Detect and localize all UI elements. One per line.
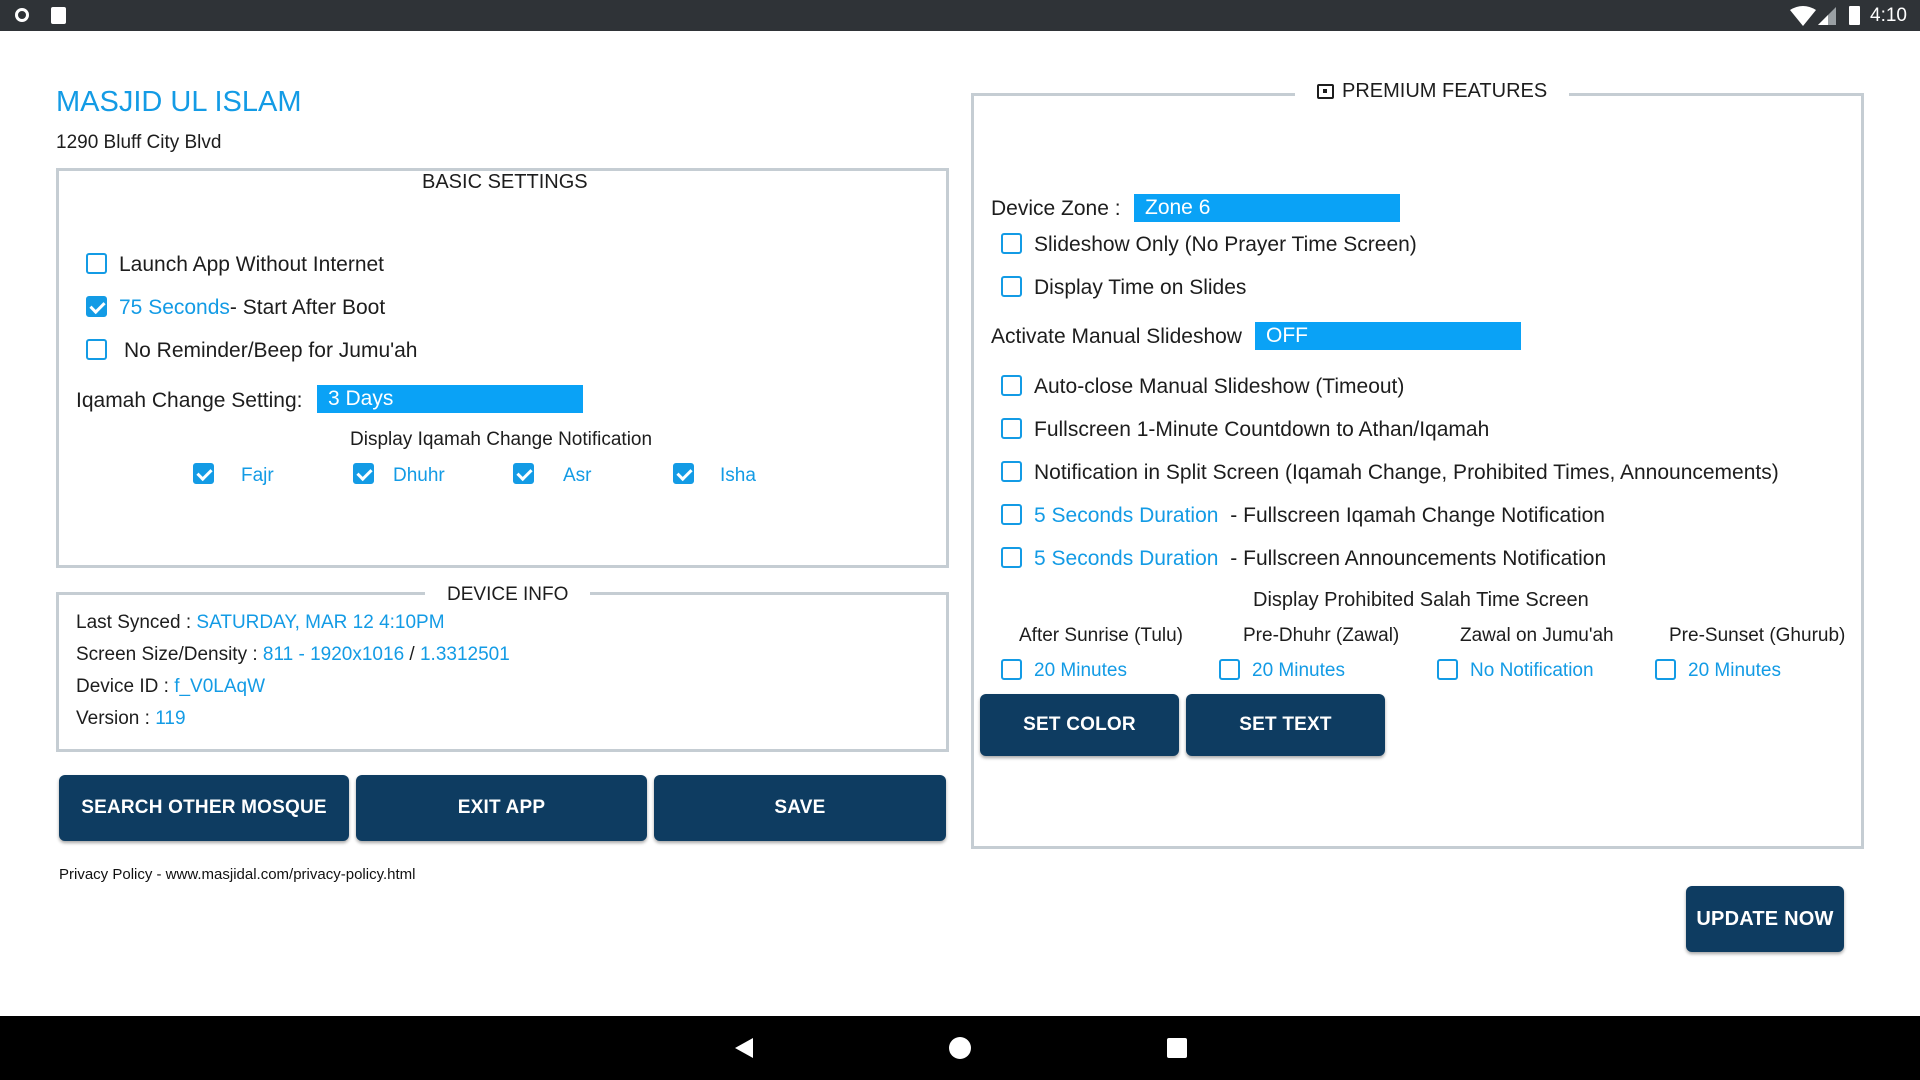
device-zone-label: Device Zone : <box>991 197 1121 220</box>
auto-close-checkbox[interactable] <box>1001 375 1022 396</box>
masjid-title: MASJID UL ISLAM <box>56 86 302 118</box>
start-after-boot-label: - Start After Boot <box>229 296 386 319</box>
premium-features-legend: PREMIUM FEATURES <box>1295 80 1570 103</box>
isha-checkbox[interactable] <box>673 463 694 484</box>
prohibited-label-sunrise: After Sunrise (Tulu) <box>1019 625 1184 646</box>
last-synced-label: Last Synced : <box>76 612 192 633</box>
prohibited-label-pre-sunset: Pre-Sunset (Ghurub) <box>1669 625 1846 646</box>
last-synced-value: SATURDAY, MAR 12 4:10PM <box>196 612 445 633</box>
battery-icon <box>1849 6 1860 25</box>
sunrise-value[interactable]: 20 Minutes <box>1034 660 1127 682</box>
prohibited-label-zawal-jumuah: Zawal on Jumu'ah <box>1460 625 1614 646</box>
auto-close-label: Auto-close Manual Slideshow (Timeout) <box>1034 375 1405 398</box>
recents-icon[interactable] <box>1167 1038 1187 1058</box>
start-after-boot-row: 75 Seconds- Start After Boot <box>119 296 385 320</box>
sunrise-checkbox[interactable] <box>1001 659 1022 680</box>
sd-card-icon <box>51 7 66 24</box>
manual-slideshow-select[interactable]: OFF <box>1255 322 1521 350</box>
fajr-checkbox[interactable] <box>193 463 214 484</box>
screen-size-value: 811 - 1920x1016 <box>262 644 405 665</box>
set-text-button[interactable]: SET TEXT <box>1186 694 1385 756</box>
back-icon[interactable] <box>733 1036 755 1060</box>
asr-checkbox[interactable] <box>513 463 534 484</box>
save-button[interactable]: SAVE <box>654 775 946 841</box>
pre-dhuhr-value[interactable]: 20 Minutes <box>1252 660 1345 682</box>
manual-slideshow-label: Activate Manual Slideshow <box>991 325 1242 348</box>
masjid-address: 1290 Bluff City Blvd <box>56 132 222 153</box>
wifi-icon <box>1790 6 1816 26</box>
asr-label: Asr <box>563 465 592 486</box>
dhuhr-checkbox[interactable] <box>353 463 374 484</box>
screen-size-label: Screen Size/Density : <box>76 644 258 665</box>
display-time-label: Display Time on Slides <box>1034 276 1247 299</box>
iqamah-duration-checkbox[interactable] <box>1001 504 1022 525</box>
iqamah-change-select[interactable]: 3 Days <box>317 385 583 413</box>
exit-app-button[interactable]: EXIT APP <box>356 775 647 841</box>
fullscreen-countdown-label: Fullscreen 1-Minute Countdown to Athan/I… <box>1034 418 1490 441</box>
premium-screen-icon <box>1317 84 1334 99</box>
announce-duration-checkbox[interactable] <box>1001 547 1022 568</box>
split-screen-label: Notification in Split Screen (Iqamah Cha… <box>1034 461 1779 484</box>
iqamah-notification-heading: Display Iqamah Change Notification <box>350 429 653 450</box>
device-info-legend: DEVICE INFO <box>425 584 591 606</box>
notification-circle-icon <box>15 8 29 22</box>
no-reminder-checkbox[interactable] <box>86 339 107 360</box>
set-color-button[interactable]: SET COLOR <box>980 694 1179 756</box>
version-value: 119 <box>155 708 186 729</box>
no-reminder-label: No Reminder/Beep for Jumu'ah <box>124 339 418 362</box>
signal-icon <box>1818 7 1836 25</box>
slideshow-only-checkbox[interactable] <box>1001 233 1022 254</box>
device-id-value: f_V0LAqW <box>174 676 266 697</box>
pre-dhuhr-checkbox[interactable] <box>1219 659 1240 680</box>
launch-without-internet-checkbox[interactable] <box>86 253 107 274</box>
search-other-mosque-button[interactable]: SEARCH OTHER MOSQUE <box>59 775 349 841</box>
start-after-boot-checkbox[interactable] <box>86 296 107 317</box>
fajr-label: Fajr <box>241 465 274 486</box>
zawal-jumuah-value[interactable]: No Notification <box>1470 660 1594 682</box>
last-synced-row: Last Synced : SATURDAY, MAR 12 4:10PM <box>76 612 445 634</box>
announce-duration-row: 5 Seconds Duration - Fullscreen Announce… <box>1034 547 1606 571</box>
prohibited-heading: Display Prohibited Salah Time Screen <box>1253 589 1589 611</box>
basic-settings-legend: BASIC SETTINGS <box>400 171 610 194</box>
screen-size-row: Screen Size/Density : 811 - 1920x1016 / … <box>76 644 510 666</box>
premium-features-title: PREMIUM FEATURES <box>1342 80 1548 102</box>
status-bar: 4:10 <box>0 0 1920 31</box>
clock: 4:10 <box>1870 5 1907 26</box>
device-id-row: Device ID : f_V0LAqW <box>76 676 265 698</box>
version-label: Version : <box>76 708 150 729</box>
navigation-bar <box>0 1016 1920 1080</box>
fullscreen-countdown-checkbox[interactable] <box>1001 418 1022 439</box>
iqamah-duration-label: - Fullscreen Iqamah Change Notification <box>1230 504 1605 527</box>
announce-duration-value[interactable]: 5 Seconds Duration <box>1034 547 1218 570</box>
version-row: Version : 119 <box>76 708 186 730</box>
start-after-boot-value[interactable]: 75 Seconds <box>119 296 230 319</box>
pre-sunset-checkbox[interactable] <box>1655 659 1676 680</box>
iqamah-duration-value[interactable]: 5 Seconds Duration <box>1034 504 1218 527</box>
home-icon[interactable] <box>949 1037 971 1059</box>
pre-sunset-value[interactable]: 20 Minutes <box>1688 660 1781 682</box>
iqamah-duration-row: 5 Seconds Duration - Fullscreen Iqamah C… <box>1034 504 1605 528</box>
screen-density-value: 1.3312501 <box>419 644 510 665</box>
slideshow-only-label: Slideshow Only (No Prayer Time Screen) <box>1034 233 1417 256</box>
update-now-button[interactable]: UPDATE NOW <box>1686 886 1844 952</box>
display-time-checkbox[interactable] <box>1001 276 1022 297</box>
basic-settings-panel <box>56 168 949 568</box>
iqamah-change-label: Iqamah Change Setting: <box>76 389 303 412</box>
announce-duration-label: - Fullscreen Announcements Notification <box>1230 547 1607 570</box>
dhuhr-label: Dhuhr <box>393 465 445 486</box>
privacy-policy-link[interactable]: Privacy Policy - www.masjidal.com/privac… <box>59 866 415 883</box>
isha-label: Isha <box>720 465 756 486</box>
split-screen-checkbox[interactable] <box>1001 461 1022 482</box>
screen-separator: / <box>409 644 415 665</box>
prohibited-label-pre-dhuhr: Pre-Dhuhr (Zawal) <box>1243 625 1400 646</box>
device-id-label: Device ID : <box>76 676 169 697</box>
zawal-jumuah-checkbox[interactable] <box>1437 659 1458 680</box>
launch-without-internet-label: Launch App Without Internet <box>119 253 385 276</box>
device-zone-select[interactable]: Zone 6 <box>1134 194 1400 222</box>
